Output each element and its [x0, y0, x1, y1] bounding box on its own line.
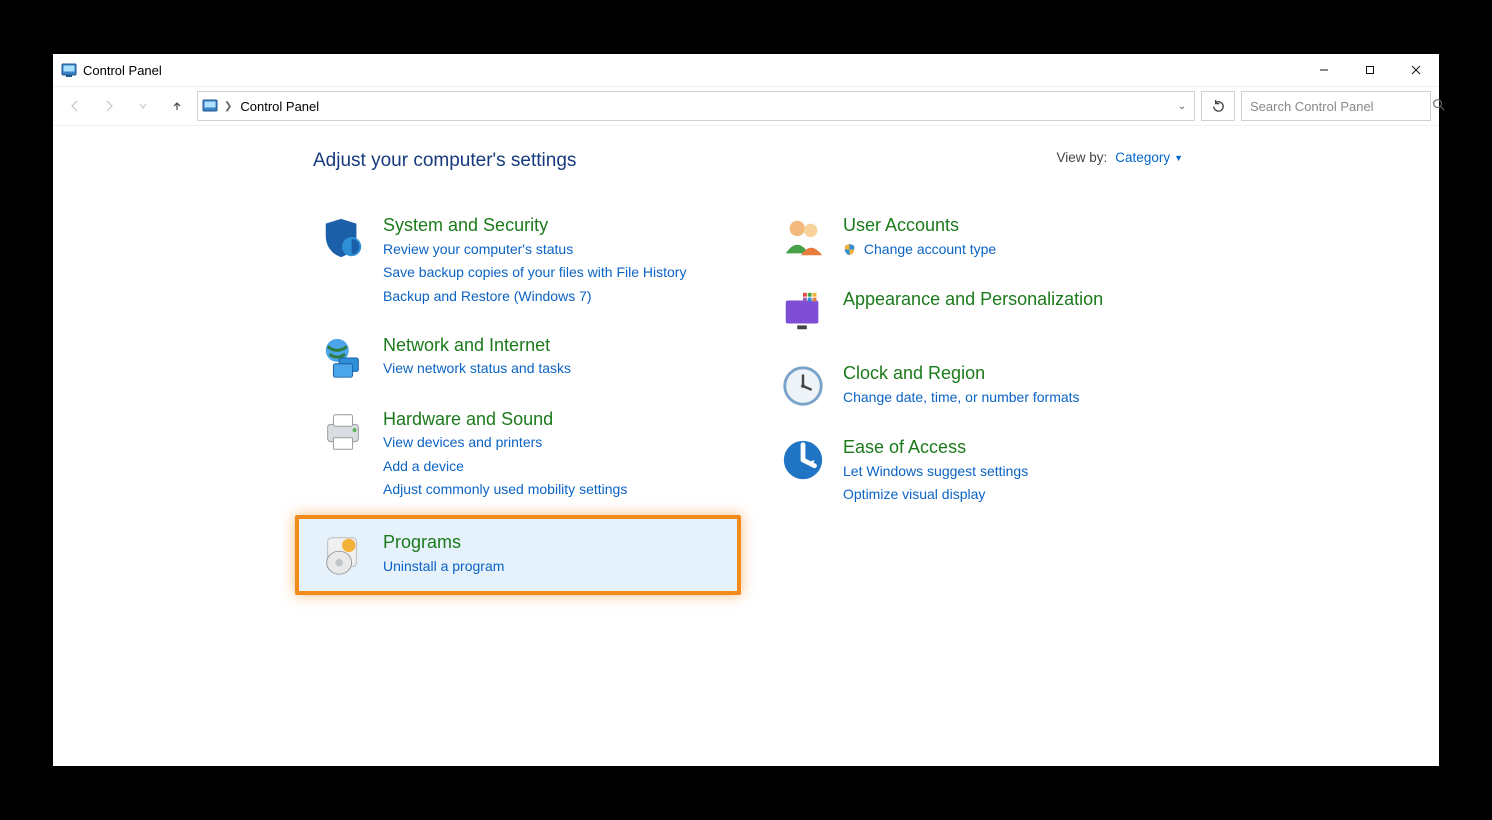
recent-locations-button[interactable] — [129, 92, 157, 120]
address-dropdown-button[interactable]: ⌄ — [1170, 101, 1194, 112]
monitor-personalization-icon — [779, 288, 827, 336]
forward-button[interactable] — [95, 92, 123, 120]
view-by: View by: Category ▼ — [1057, 150, 1183, 165]
printer-icon — [319, 408, 367, 456]
category-programs[interactable]: Programs Uninstall a program — [313, 525, 733, 585]
view-by-label: View by: — [1057, 150, 1108, 165]
globe-network-icon — [319, 334, 367, 382]
shield-icon — [319, 214, 367, 262]
breadcrumb-icon — [202, 98, 218, 114]
category-title[interactable]: Appearance and Personalization — [843, 288, 1103, 311]
link-review-status[interactable]: Review your computer's status — [383, 239, 686, 261]
address-bar[interactable]: ❯ Control Panel ⌄ — [197, 91, 1195, 121]
category-title[interactable]: Clock and Region — [843, 362, 1080, 385]
category-title[interactable]: Hardware and Sound — [383, 408, 627, 431]
category-system-security[interactable]: System and Security Review your computer… — [313, 208, 733, 314]
link-change-account-type[interactable]: Change account type — [843, 239, 996, 263]
category-title[interactable]: System and Security — [383, 214, 686, 237]
toolbar: ❯ Control Panel ⌄ — [53, 86, 1439, 126]
search-input[interactable] — [1250, 99, 1426, 114]
up-button[interactable] — [163, 92, 191, 120]
link-uninstall-program[interactable]: Uninstall a program — [383, 556, 504, 578]
titlebar: Control Panel — [53, 54, 1439, 86]
link-mobility-settings[interactable]: Adjust commonly used mobility settings — [383, 479, 627, 501]
refresh-button[interactable] — [1201, 91, 1235, 121]
chevron-right-icon[interactable]: ❯ — [224, 101, 232, 112]
category-hardware-sound[interactable]: Hardware and Sound View devices and prin… — [313, 402, 733, 508]
left-column: System and Security Review your computer… — [313, 208, 733, 585]
minimize-button[interactable] — [1301, 54, 1347, 86]
category-title[interactable]: User Accounts — [843, 214, 996, 237]
ease-of-access-icon — [779, 436, 827, 484]
programs-highlight: Programs Uninstall a program — [313, 525, 733, 585]
maximize-button[interactable] — [1347, 54, 1393, 86]
right-column: User Accounts Change account type — [773, 208, 1193, 585]
category-ease-of-access[interactable]: Ease of Access Let Windows suggest setti… — [773, 430, 1193, 512]
view-by-dropdown[interactable]: Category ▼ — [1115, 150, 1183, 165]
category-title[interactable]: Ease of Access — [843, 436, 1028, 459]
control-panel-icon — [61, 62, 77, 78]
link-windows-suggest[interactable]: Let Windows suggest settings — [843, 461, 1028, 483]
caret-down-icon: ▼ — [1174, 153, 1183, 163]
category-title[interactable]: Network and Internet — [383, 334, 571, 357]
category-title[interactable]: Programs — [383, 531, 504, 554]
close-button[interactable] — [1393, 54, 1439, 86]
link-backup-restore[interactable]: Backup and Restore (Windows 7) — [383, 286, 686, 308]
control-panel-window: Control Panel — [53, 54, 1439, 766]
link-change-date-time[interactable]: Change date, time, or number formats — [843, 387, 1080, 409]
programs-icon — [319, 531, 367, 579]
breadcrumb[interactable]: Control Panel — [238, 99, 321, 114]
page-title: Adjust your computer's settings — [313, 150, 576, 172]
category-user-accounts[interactable]: User Accounts Change account type — [773, 208, 1193, 268]
link-optimize-display[interactable]: Optimize visual display — [843, 484, 1028, 506]
window-title: Control Panel — [83, 63, 162, 78]
clock-icon — [779, 362, 827, 410]
category-appearance[interactable]: Appearance and Personalization — [773, 282, 1193, 342]
link-add-device[interactable]: Add a device — [383, 456, 627, 478]
users-icon — [779, 214, 827, 262]
link-network-status[interactable]: View network status and tasks — [383, 358, 571, 380]
link-file-history[interactable]: Save backup copies of your files with Fi… — [383, 262, 686, 284]
category-clock-region[interactable]: Clock and Region Change date, time, or n… — [773, 356, 1193, 416]
search-box[interactable] — [1241, 91, 1431, 121]
search-icon[interactable] — [1432, 98, 1445, 114]
back-button[interactable] — [61, 92, 89, 120]
view-by-value: Category — [1115, 150, 1170, 165]
category-network-internet[interactable]: Network and Internet View network status… — [313, 328, 733, 388]
link-devices-printers[interactable]: View devices and printers — [383, 432, 627, 454]
content-area: Adjust your computer's settings View by:… — [53, 126, 1439, 766]
uac-shield-icon — [843, 243, 860, 259]
